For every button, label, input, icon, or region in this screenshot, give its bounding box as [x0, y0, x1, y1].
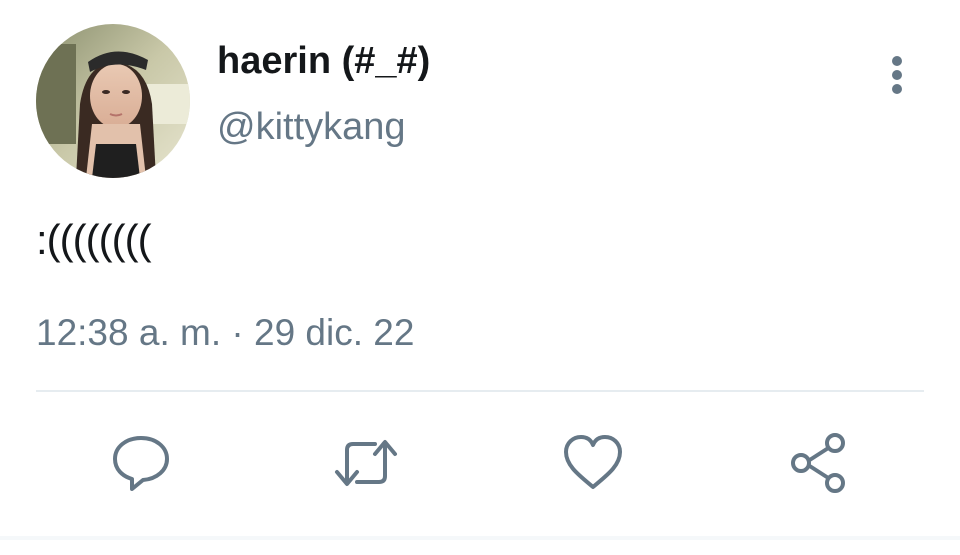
more-options-button[interactable]: [876, 50, 918, 100]
tweet-timestamp[interactable]: 12:38 a. m. · 29 dic. 22: [36, 310, 414, 356]
speech-bubble-icon: [113, 436, 169, 491]
like-button[interactable]: [560, 430, 626, 496]
reply-button[interactable]: [108, 430, 174, 496]
action-bar: [0, 430, 960, 496]
share-nodes-icon: [791, 433, 845, 493]
user-handle[interactable]: @kittykang: [217, 104, 406, 150]
divider: [36, 390, 924, 392]
avatar[interactable]: [36, 24, 190, 178]
bottom-border: [0, 536, 960, 540]
tweet-card: haerin (#_#) @kittykang :(((((((( 12:38 …: [0, 0, 960, 555]
share-button[interactable]: [786, 430, 852, 496]
vertical-dots-icon: [892, 56, 902, 94]
avatar-photo: [36, 24, 190, 178]
display-name[interactable]: haerin (#_#): [217, 38, 430, 84]
retweet-arrows-icon: [335, 440, 397, 486]
retweet-button[interactable]: [333, 430, 399, 496]
heart-outline-icon: [564, 435, 622, 489]
tweet-text: :((((((((: [36, 216, 152, 263]
